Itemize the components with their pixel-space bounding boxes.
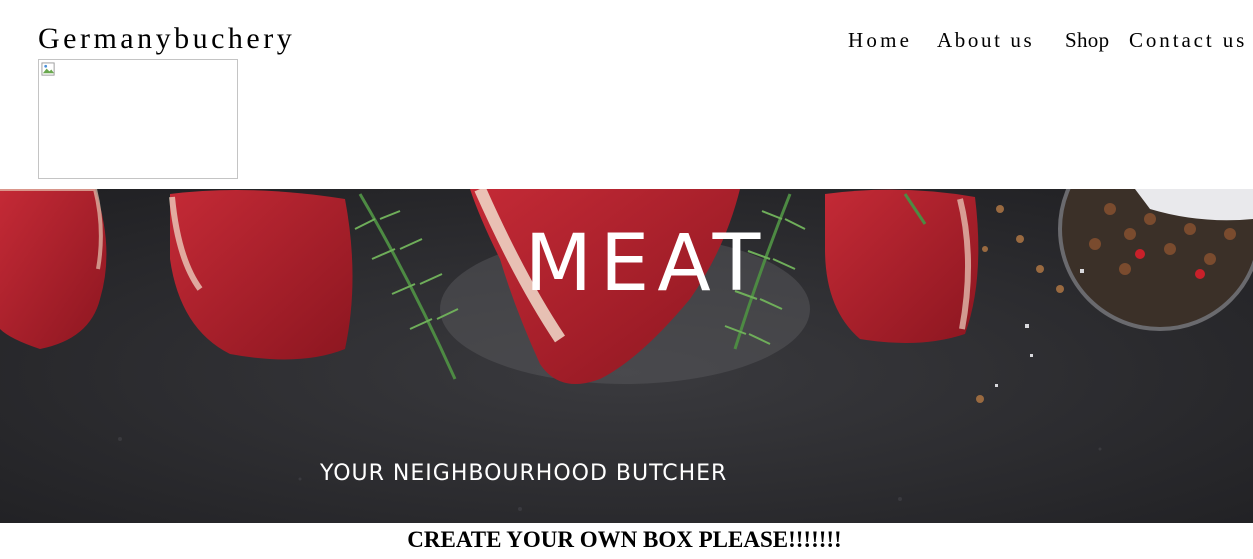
nav-link-about-us[interactable]: About us xyxy=(937,27,1034,53)
hero-title: MEAT xyxy=(524,219,769,309)
site-header: Germanybuchery Home About us Shop Contac… xyxy=(0,0,1253,189)
hero-banner: MEAT YOUR NEIGHBOURHOOD BUTCHER xyxy=(0,189,1253,523)
logo-image-broken xyxy=(38,59,238,179)
hero-subtitle: YOUR NEIGHBOURHOOD BUTCHER xyxy=(320,461,728,486)
broken-image-icon xyxy=(41,62,55,76)
nav-link-contact-us[interactable]: Contact us xyxy=(1129,27,1247,53)
nav-link-home[interactable]: Home xyxy=(848,27,912,53)
create-box-heading: CREATE YOUR OWN BOX PLEASE!!!!!!! xyxy=(407,527,842,552)
nav-link-shop[interactable]: Shop xyxy=(1065,27,1109,53)
main-nav: Home About us Shop Contact us xyxy=(0,27,1253,53)
